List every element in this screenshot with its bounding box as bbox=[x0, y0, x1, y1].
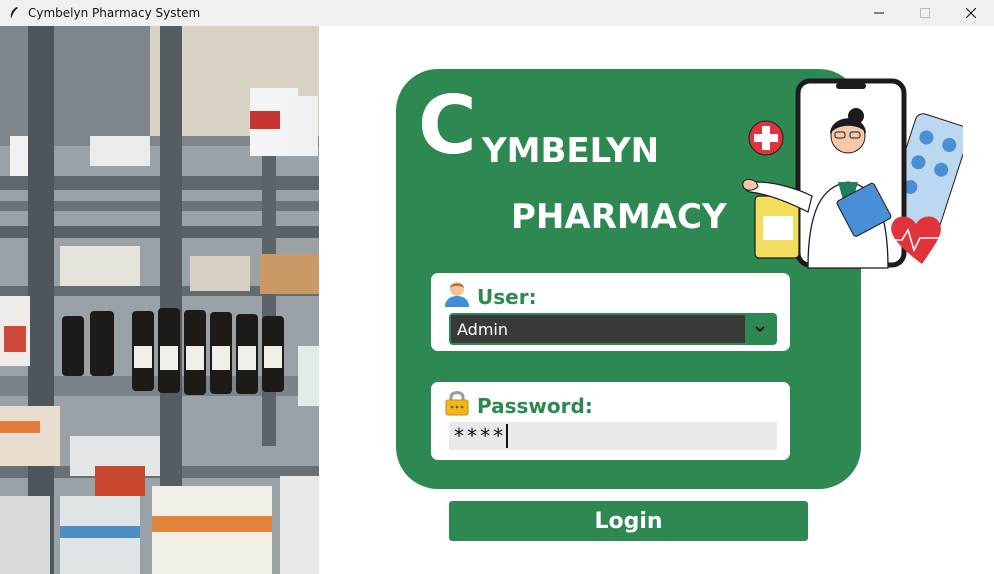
password-field-panel: Password: **** bbox=[431, 382, 790, 460]
login-button[interactable]: Login bbox=[449, 501, 808, 541]
user-select-value: Admin bbox=[457, 319, 508, 339]
minimize-icon bbox=[874, 12, 884, 14]
user-label: User: bbox=[477, 285, 537, 309]
close-icon bbox=[966, 8, 976, 18]
window-controls bbox=[856, 0, 994, 26]
user-field-panel: User: Admin bbox=[431, 273, 790, 351]
doctor-phone-illustration bbox=[738, 78, 970, 270]
maximize-button[interactable] bbox=[902, 0, 948, 26]
brand-name: YMBELYN bbox=[482, 131, 660, 171]
user-select[interactable]: Admin bbox=[449, 313, 777, 345]
user-avatar-icon bbox=[443, 279, 471, 307]
feather-icon bbox=[6, 5, 22, 21]
password-label: Password: bbox=[477, 394, 593, 418]
maximize-icon bbox=[920, 8, 930, 18]
minimize-button[interactable] bbox=[856, 0, 902, 26]
chevron-down-icon[interactable] bbox=[745, 315, 775, 343]
brand-subtitle: PHARMACY bbox=[511, 197, 727, 237]
close-button[interactable] bbox=[948, 0, 994, 26]
padlock-icon bbox=[443, 388, 471, 416]
brand-initial: C bbox=[418, 79, 477, 172]
title-bar: Cymbelyn Pharmacy System bbox=[0, 0, 994, 26]
password-input[interactable]: **** bbox=[449, 422, 777, 450]
password-input-value: **** bbox=[453, 424, 506, 448]
window-title: Cymbelyn Pharmacy System bbox=[28, 6, 201, 20]
pharmacy-shelves-photo bbox=[0, 26, 319, 574]
app-window: Cymbelyn Pharmacy System C YMBELYN PHARM… bbox=[0, 0, 994, 574]
text-caret bbox=[506, 424, 509, 448]
